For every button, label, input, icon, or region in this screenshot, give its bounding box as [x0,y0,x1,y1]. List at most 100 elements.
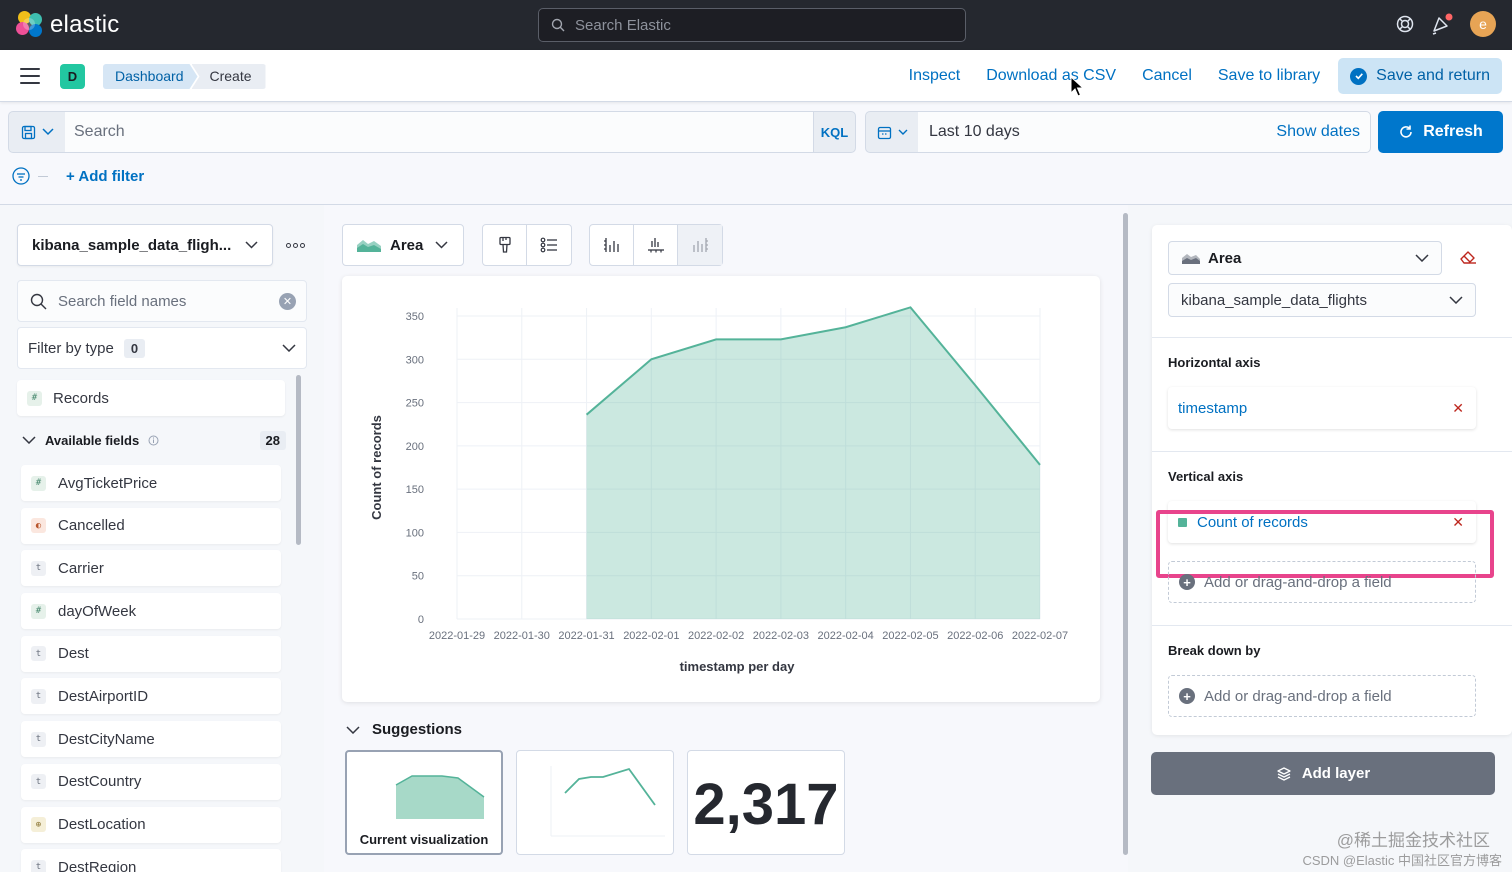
bottom-axis-button[interactable] [634,225,678,265]
field-item[interactable]: ⊕ DestLocation [21,806,281,843]
add-breakdown-field-button[interactable]: + Add or drag-and-drop a field [1168,675,1476,717]
area-series [586,307,1040,619]
cancel-button[interactable]: Cancel [1129,58,1205,94]
field-name: DestCountry [58,773,142,791]
records-field[interactable]: # Records [17,380,285,416]
chevron-down-icon [898,129,907,135]
global-search-input[interactable] [575,16,935,34]
area-chart[interactable]: 0 50 100 150 200 250 300 350 2022-01-29 2022-01-3… [342,276,1100,702]
global-header: elastic e [0,0,1512,50]
index-pattern-label: kibana_sample_data_fligh... [32,236,232,254]
visual-options-button[interactable] [483,225,527,265]
quick-date-menu[interactable] [865,111,919,153]
filter-separator [38,175,48,177]
space-avatar[interactable]: D [60,64,85,89]
right-axis-button[interactable] [678,225,722,265]
logo-text: elastic [50,11,120,38]
chart-panel: 0 50 100 150 200 250 300 350 2022-01-29 2022-01-3… [342,276,1100,702]
chevron-down-icon [1415,254,1429,262]
chevron-down-icon [346,725,360,734]
layer-chart-type-select[interactable]: Area [1168,241,1442,275]
chart-switch-button[interactable]: Area [342,224,464,266]
area-chart-icon [1182,253,1200,264]
refresh-button[interactable]: Refresh [1378,111,1503,153]
field-name: DestLocation [58,816,146,833]
field-item[interactable]: # AvgTicketPrice [21,465,281,501]
x-tick-label: 2022-02-02 [688,630,744,642]
layer-index-pattern-label: kibana_sample_data_flights [1181,291,1367,309]
global-search[interactable] [538,8,966,42]
field-search[interactable]: ✕ [17,280,307,322]
suggestion-current[interactable]: Current visualization [345,750,503,855]
plus-icon: + [1179,688,1195,704]
save-and-return-button[interactable]: Save and return [1338,58,1502,94]
show-dates-link[interactable]: Show dates [1276,123,1360,141]
area-chart-icon [357,240,381,252]
query-language-button[interactable]: KQL [813,111,856,153]
chart-type-label: Area [390,236,424,254]
filter-options-icon[interactable] [12,167,30,185]
string-type-icon: t [31,731,46,747]
query-search-input[interactable] [65,111,814,153]
scrollbar[interactable] [296,375,301,545]
download-csv-button[interactable]: Download as CSV [973,58,1129,94]
y-tick-label: 250 [406,398,424,410]
right-axis-icon [693,238,708,252]
available-fields-header[interactable]: Available fields 28 [22,429,286,451]
field-item[interactable]: t Dest [21,635,281,672]
suggestion-current-label: Current visualization [359,832,489,847]
news-feed-icon[interactable] [1430,13,1454,35]
inspect-button[interactable]: Inspect [896,58,974,94]
field-search-input[interactable] [58,292,268,310]
x-tick-label: 2022-02-05 [882,630,938,642]
horizontal-axis-field[interactable]: timestamp ✕ [1168,387,1476,429]
layer-panel: Area kibana_sample_data_flights Horizont… [1152,225,1512,735]
field-item[interactable]: t DestCityName [21,721,281,758]
menu-icon[interactable] [20,68,40,84]
workspace-panel: Area 0 50 100 150 200 250 300 350 2022-01-29 2022… [324,205,1128,872]
breakdown-heading: Break down by [1168,643,1261,658]
field-item[interactable]: # dayOfWeek [21,593,281,630]
suggestions-header[interactable]: Suggestions [346,721,462,738]
legend-options-button[interactable] [527,225,571,265]
string-type-icon: t [31,774,46,790]
elastic-logo[interactable]: elastic [16,11,119,39]
saved-query-menu[interactable] [8,111,66,153]
search-icon [551,18,565,32]
clear-layer-icon[interactable] [1459,249,1477,265]
suggestion-line[interactable] [516,750,674,855]
more-options-icon[interactable] [285,238,305,252]
suggestion-metric[interactable]: 2,317 [687,750,845,855]
chevron-down-icon [282,344,296,352]
index-pattern-select[interactable]: kibana_sample_data_flights [1168,283,1476,317]
axis-options-group [589,224,723,266]
records-label: Records [53,389,109,407]
clear-icon[interactable]: ✕ [279,292,296,310]
add-layer-button[interactable]: Add layer [1151,752,1495,795]
user-avatar[interactable]: e [1470,11,1496,37]
add-field-label: Add or drag-and-drop a field [1204,573,1392,591]
y-tick-label: 300 [406,354,424,366]
field-item[interactable]: t Carrier [21,550,281,587]
chevron-down-icon [1449,296,1463,304]
help-icon[interactable] [1396,15,1414,33]
x-tick-label: 2022-02-03 [753,630,809,642]
add-filter-button[interactable]: + Add filter [66,168,144,185]
left-axis-button[interactable] [590,225,634,265]
x-tick-label: 2022-02-01 [623,630,679,642]
save-to-library-button[interactable]: Save to library [1205,58,1333,94]
field-item[interactable]: ◐ Cancelled [21,507,281,544]
add-vertical-field-button[interactable]: + Add or drag-and-drop a field [1168,561,1476,603]
filter-by-type[interactable]: Filter by type 0 [17,327,307,369]
filter-by-type-label: Filter by type [28,339,114,357]
field-item[interactable]: t DestAirportID [21,678,281,715]
field-item[interactable]: t DestRegion [21,849,281,872]
remove-icon[interactable]: ✕ [1452,400,1464,417]
layers-icon [1277,766,1291,781]
breadcrumb-dashboard[interactable]: Dashboard [103,64,198,89]
index-pattern-select[interactable]: kibana_sample_data_fligh... [17,224,273,266]
field-item[interactable]: t DestCountry [21,763,281,800]
date-range-display[interactable]: Last 10 days Show dates [918,111,1371,153]
field-name: dayOfWeek [58,602,137,620]
filter-count-badge: 0 [123,338,146,358]
